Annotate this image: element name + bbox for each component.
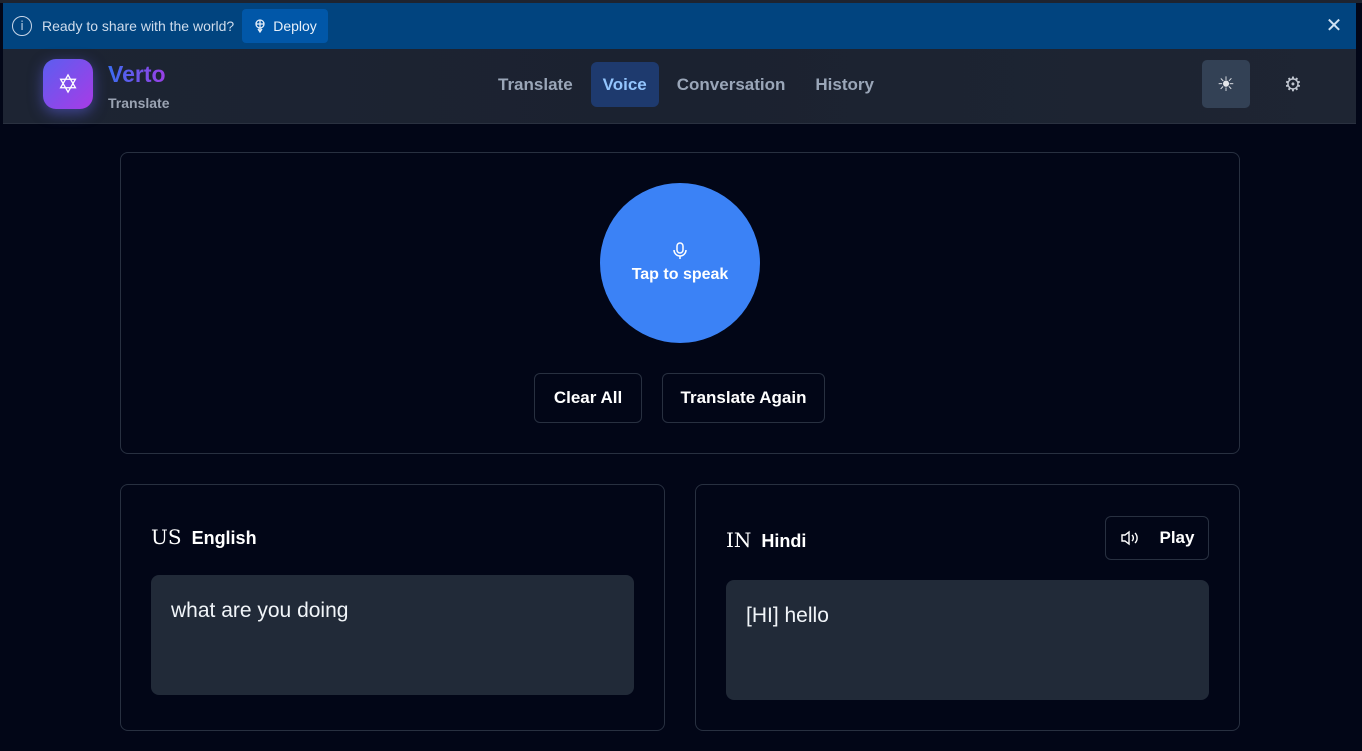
source-flag-code: US [151, 525, 182, 549]
voice-input-card: Tap to speak Clear All Translate Again [120, 152, 1240, 454]
target-card: IN Hindi Play [HI] hello [695, 484, 1240, 731]
info-icon: i [12, 16, 32, 36]
settings-button[interactable]: ⚙ [1269, 60, 1317, 108]
logo-star-icon: ✡ [43, 59, 93, 109]
deploy-button[interactable]: Deploy [242, 9, 328, 43]
app-header: ✡ Verto Translate Translate Voice Conver… [3, 49, 1356, 124]
brand-subtitle: Translate [108, 95, 170, 111]
theme-toggle-button[interactable]: ☀ [1202, 60, 1250, 108]
target-text: [HI] hello [726, 580, 1209, 700]
tab-voice[interactable]: Voice [590, 62, 659, 107]
brand-name: Verto [108, 61, 166, 87]
tab-conversation[interactable]: Conversation [665, 62, 798, 107]
tab-history[interactable]: History [803, 62, 886, 107]
speaker-icon [1120, 530, 1138, 546]
clear-all-button[interactable]: Clear All [534, 373, 642, 423]
deploy-icon [255, 19, 265, 33]
source-text: what are you doing [151, 575, 634, 695]
source-card: US English what are you doing [120, 484, 665, 731]
gear-icon: ⚙ [1284, 73, 1302, 96]
close-icon[interactable]: ✕ [1322, 13, 1346, 37]
play-button[interactable]: Play [1105, 516, 1209, 560]
deploy-banner: i Ready to share with the world? Deploy … [3, 3, 1356, 49]
sun-icon: ☀ [1217, 73, 1235, 96]
tap-to-speak-button[interactable]: Tap to speak [600, 183, 760, 343]
microphone-icon [673, 242, 687, 259]
play-label: Play [1159, 528, 1195, 547]
mic-label: Tap to speak [631, 266, 729, 283]
target-language: Hindi [761, 531, 807, 551]
tab-translate[interactable]: Translate [486, 62, 585, 107]
source-language: English [191, 528, 257, 548]
target-flag-code: IN [726, 528, 752, 552]
deploy-label: Deploy [273, 18, 317, 34]
banner-message: Ready to share with the world? [42, 18, 235, 34]
main-nav: Translate Voice Conversation History [486, 62, 886, 107]
translate-again-button[interactable]: Translate Again [662, 373, 825, 423]
